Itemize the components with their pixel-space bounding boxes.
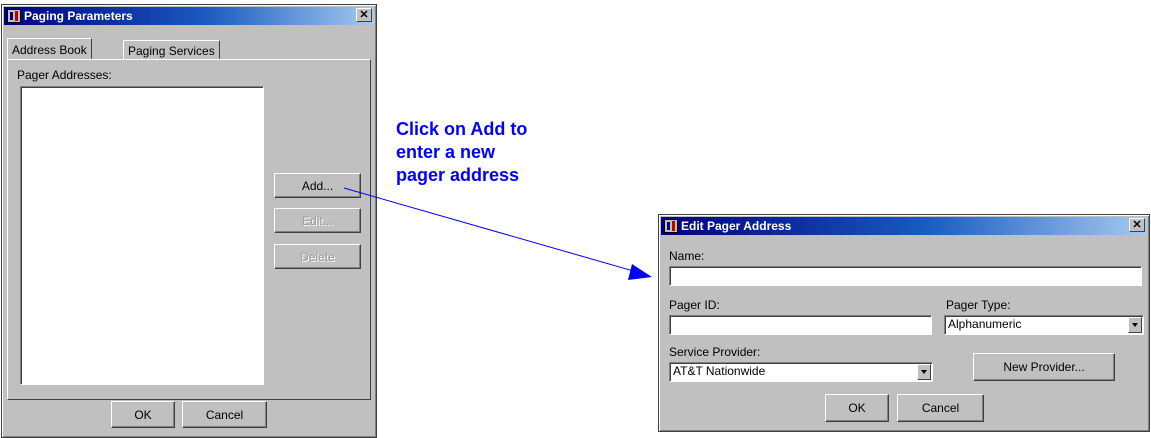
- close-icon[interactable]: ✕: [356, 8, 372, 22]
- ok-button[interactable]: OK: [111, 401, 175, 428]
- new-provider-label: New Provider...: [1003, 360, 1085, 374]
- note-line: Click on Add to: [396, 119, 528, 139]
- delete-button-label: Delete: [300, 249, 335, 264]
- note-line: enter a new: [396, 142, 496, 162]
- add-button[interactable]: Add...: [274, 173, 361, 198]
- edit-pager-address-window: Edit Pager Address ✕ Name: Pager ID: Pag…: [658, 214, 1150, 432]
- cancel-button-label: Cancel: [921, 401, 960, 415]
- pager-type-label: Pager Type:: [946, 298, 1011, 312]
- pager-type-value: Alphanumeric: [948, 317, 1022, 331]
- service-provider-value: AT&T Nationwide: [673, 364, 766, 378]
- pager-id-label: Pager ID:: [669, 298, 720, 312]
- tab-paging-services[interactable]: Paging Services: [123, 40, 220, 60]
- cancel-button[interactable]: Cancel: [182, 401, 267, 428]
- ok-button-label: OK: [134, 407, 152, 422]
- cancel-button-label: Cancel: [205, 407, 244, 422]
- service-provider-label: Service Provider:: [669, 345, 761, 359]
- edit-button[interactable]: Edit...: [274, 208, 361, 233]
- paging-parameters-titlebar[interactable]: Paging Parameters ✕: [4, 7, 374, 25]
- instruction-note: Click on Add to enter a new pager addres…: [396, 118, 527, 187]
- new-provider-button[interactable]: New Provider...: [973, 353, 1115, 381]
- pager-addresses-list[interactable]: [20, 86, 264, 385]
- paging-parameters-window: Paging Parameters ✕ Address Book Paging …: [1, 4, 377, 438]
- ok-button-label: OK: [848, 401, 866, 415]
- tab-label: Paging Services: [128, 43, 215, 58]
- address-book-panel: Pager Addresses: Add... Edit... Delete: [7, 59, 371, 400]
- cancel-button[interactable]: Cancel: [897, 394, 984, 422]
- pager-type-select[interactable]: Alphanumeric: [944, 315, 1144, 335]
- close-icon[interactable]: ✕: [1129, 218, 1145, 232]
- service-provider-select[interactable]: AT&T Nationwide: [669, 362, 933, 382]
- edit-pager-titlebar[interactable]: Edit Pager Address ✕: [661, 217, 1147, 235]
- edit-button-label: Edit...: [302, 213, 333, 228]
- tab-address-book[interactable]: Address Book: [7, 38, 92, 60]
- app-icon: [664, 219, 678, 233]
- note-line: pager address: [396, 165, 520, 185]
- window-title: Edit Pager Address: [681, 219, 792, 233]
- chevron-down-icon[interactable]: [1128, 317, 1142, 333]
- pager-id-field[interactable]: [669, 315, 932, 335]
- name-label: Name:: [669, 249, 705, 263]
- ok-button[interactable]: OK: [825, 394, 889, 422]
- window-title: Paging Parameters: [24, 9, 133, 23]
- app-icon: [7, 9, 21, 23]
- tab-label: Address Book: [12, 42, 87, 57]
- name-field[interactable]: [669, 266, 1142, 286]
- delete-button[interactable]: Delete: [274, 244, 361, 269]
- chevron-down-icon[interactable]: [917, 364, 931, 380]
- add-button-label: Add...: [301, 178, 334, 193]
- pager-addresses-label: Pager Addresses:: [17, 68, 112, 82]
